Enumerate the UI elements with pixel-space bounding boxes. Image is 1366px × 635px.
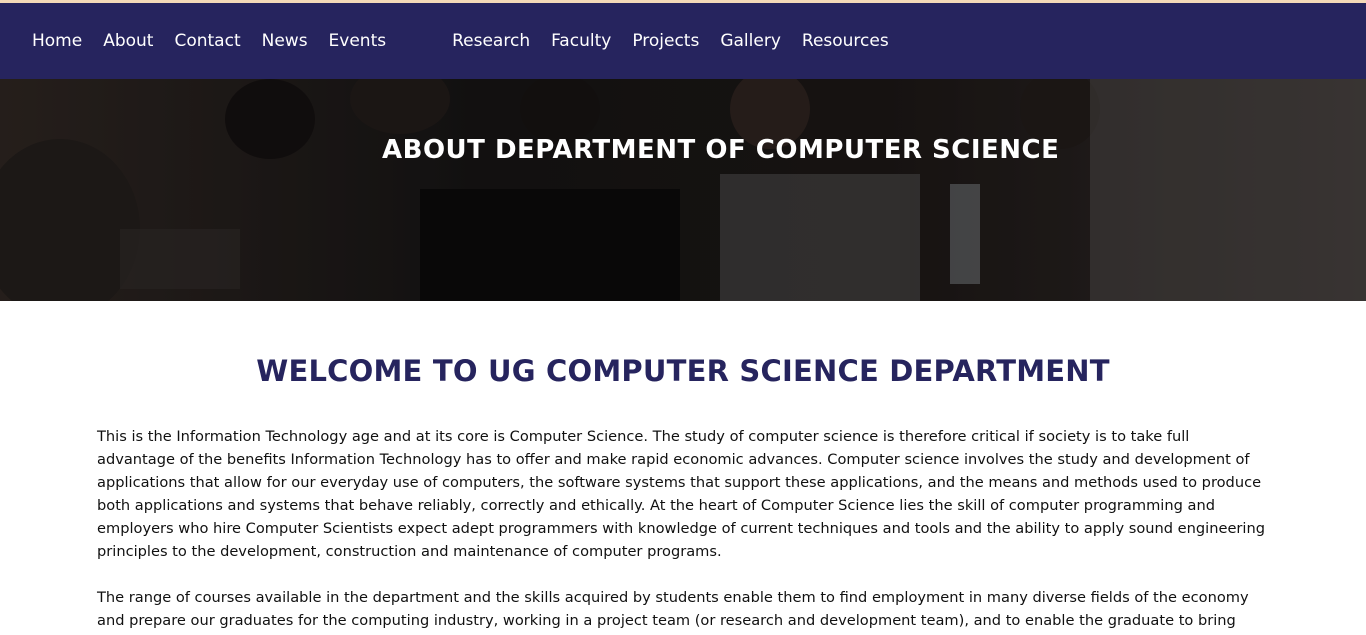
nav-research[interactable]: Research [452, 32, 530, 50]
nav-faculty[interactable]: Faculty [551, 32, 611, 50]
main-navbar: Home About Contact News Events Research … [0, 3, 1366, 79]
welcome-heading: WELCOME TO UG COMPUTER SCIENCE DEPARTMEN… [256, 354, 1110, 388]
hero-banner: ABOUT DEPARTMENT OF COMPUTER SCIENCE [0, 79, 1366, 301]
hero-title: ABOUT DEPARTMENT OF COMPUTER SCIENCE [382, 135, 1060, 165]
nav-events[interactable]: Events [329, 32, 387, 50]
main-content: WELCOME TO UG COMPUTER SCIENCE DEPARTMEN… [0, 354, 1366, 635]
hero-overlay [0, 79, 1366, 301]
nav-projects[interactable]: Projects [632, 32, 699, 50]
nav-news[interactable]: News [262, 32, 308, 50]
nav-gallery[interactable]: Gallery [720, 32, 781, 50]
nav-contact[interactable]: Contact [174, 32, 240, 50]
intro-paragraph: This is the Information Technology age a… [97, 428, 1265, 560]
nav-home[interactable]: Home [32, 32, 82, 50]
courses-paragraph: The range of courses available in the de… [97, 589, 1249, 629]
nav-resources[interactable]: Resources [802, 32, 889, 50]
nav-about[interactable]: About [103, 32, 153, 50]
